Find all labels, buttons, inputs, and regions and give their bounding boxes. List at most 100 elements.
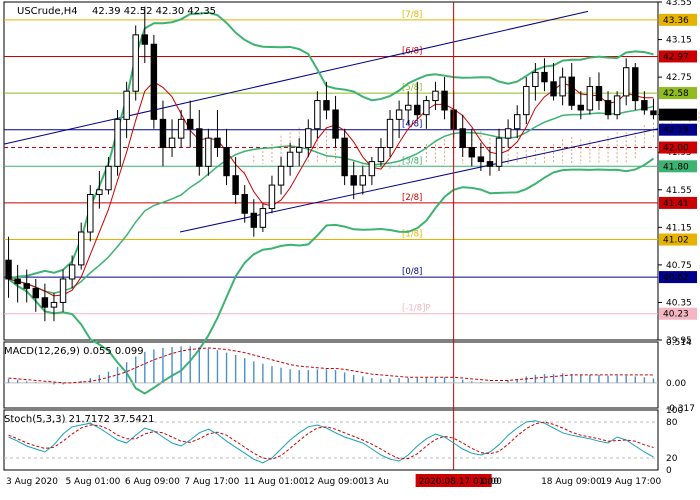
- candle-body: [559, 76, 566, 97]
- murrey-price-tag-text: 42.19: [663, 126, 689, 136]
- candle-body: [504, 128, 512, 139]
- time-axis-label: 11 Aug 01:00: [244, 477, 305, 487]
- candle-body: [404, 104, 412, 111]
- time-axis-label: 18 Aug 09:00: [541, 477, 602, 487]
- time-axis-label: 7 Aug 17:00: [184, 477, 239, 487]
- time-axis-label: 12 Aug 09:00: [303, 477, 364, 487]
- candle-body: [368, 161, 376, 177]
- time-axis-label: 5 Aug 01:00: [65, 477, 120, 487]
- candle-body: [159, 118, 167, 149]
- price-chart: 43.5543.1542.7542.3541.9541.5541.1540.75…: [0, 0, 700, 500]
- murrey-price-tag-text: 41.41: [663, 199, 689, 209]
- candle-body: [105, 165, 112, 191]
- time-axis-label: 13 Au: [363, 477, 389, 487]
- candle-body: [150, 43, 158, 120]
- stoch-tick-label: 80: [666, 418, 678, 428]
- chart-background: [0, 0, 700, 500]
- candle-body: [604, 100, 612, 116]
- candle-body: [468, 147, 476, 158]
- macd-tick-label: 0.00: [666, 379, 686, 389]
- candle-body: [350, 175, 357, 186]
- candle-body: [595, 86, 603, 102]
- time-axis-label: 0:00: [482, 477, 502, 487]
- murrey-level-label: [7/8]: [402, 10, 422, 20]
- candle-body: [513, 114, 521, 130]
- candle-body: [650, 110, 657, 116]
- candle-body: [186, 118, 194, 130]
- candle-body: [141, 34, 149, 45]
- candle-body: [96, 189, 103, 195]
- candle-body: [23, 283, 30, 289]
- candle-body: [114, 118, 121, 167]
- candle-body: [214, 137, 221, 149]
- symbol-title: USCrude,H4: [17, 6, 78, 17]
- candle-body: [622, 67, 630, 97]
- candle-body: [377, 147, 385, 163]
- candle-body: [523, 86, 530, 116]
- candle-body: [286, 151, 294, 167]
- candle-body: [168, 137, 176, 149]
- candle-body: [123, 90, 130, 120]
- candle-body: [250, 212, 258, 228]
- candle-body: [550, 81, 557, 97]
- candle-body: [50, 301, 58, 308]
- price-tick-label: 41.55: [666, 186, 692, 196]
- candle-body: [77, 231, 85, 266]
- candle-body: [632, 67, 639, 102]
- murrey-price-tag-text: 42.97: [663, 52, 689, 62]
- candle-body: [613, 95, 621, 116]
- candle-body: [477, 156, 485, 163]
- stoch-tick-label: 0: [666, 466, 672, 476]
- candle-body: [87, 193, 94, 233]
- candle-body: [241, 193, 248, 214]
- candle-body: [132, 34, 139, 92]
- candle-body: [541, 71, 548, 83]
- candle-body: [395, 109, 403, 120]
- candle-body: [641, 100, 648, 111]
- candle-body: [59, 278, 67, 303]
- candle-body: [68, 264, 76, 280]
- stoch-tick-label: 100: [666, 406, 683, 416]
- price-tick-label: 43.15: [666, 36, 692, 46]
- candle-body: [32, 287, 40, 299]
- candle-body: [441, 90, 448, 111]
- murrey-price-tag-text: 43.36: [663, 16, 689, 26]
- stoch-tick-label: 20: [666, 454, 678, 464]
- candle-body: [341, 137, 348, 177]
- candle-body: [177, 118, 185, 139]
- candle-body: [295, 147, 303, 153]
- candle-body: [414, 104, 421, 116]
- time-axis-label: 3 Aug 2020: [6, 477, 58, 487]
- murrey-price-tag-text: 41.80: [663, 162, 689, 172]
- murrey-level-label: [-1/8]P: [402, 304, 431, 314]
- candle-body: [586, 86, 594, 111]
- candle-body: [568, 76, 575, 106]
- candle-body: [314, 100, 321, 130]
- candle-body: [486, 161, 494, 167]
- price-tick-label: 43.55: [666, 0, 692, 8]
- candle-body: [459, 128, 466, 149]
- candle-body: [232, 175, 239, 195]
- candle-body: [432, 90, 439, 102]
- candle-body: [577, 104, 585, 111]
- candle-body: [386, 118, 394, 149]
- candle-body: [5, 259, 12, 280]
- candle-body: [223, 147, 230, 177]
- candle-body: [495, 137, 503, 167]
- macd-label: MACD(12,26,9) 0.055 0.099: [4, 346, 144, 357]
- candle-body: [332, 109, 339, 139]
- murrey-level-label: [3/8]: [402, 156, 422, 166]
- price-tick-label: 42.75: [666, 73, 692, 83]
- time-axis-label: 19 Aug 17:00: [601, 477, 662, 487]
- price-tick-label: 40.75: [666, 261, 692, 271]
- murrey-price-tag-text: 40.62: [663, 273, 689, 283]
- candle-body: [259, 208, 267, 228]
- candle-body: [14, 278, 21, 285]
- candle-body: [277, 165, 285, 186]
- last-price-text: 42.35: [663, 111, 689, 121]
- candle-body: [268, 184, 276, 210]
- stochastic-label: Stoch(5,3,3) 21.7172 37.5421: [4, 414, 155, 425]
- price-tick-label: 41.15: [666, 223, 692, 233]
- candle-body: [41, 297, 49, 308]
- murrey-level-label: [0/8]: [402, 267, 422, 277]
